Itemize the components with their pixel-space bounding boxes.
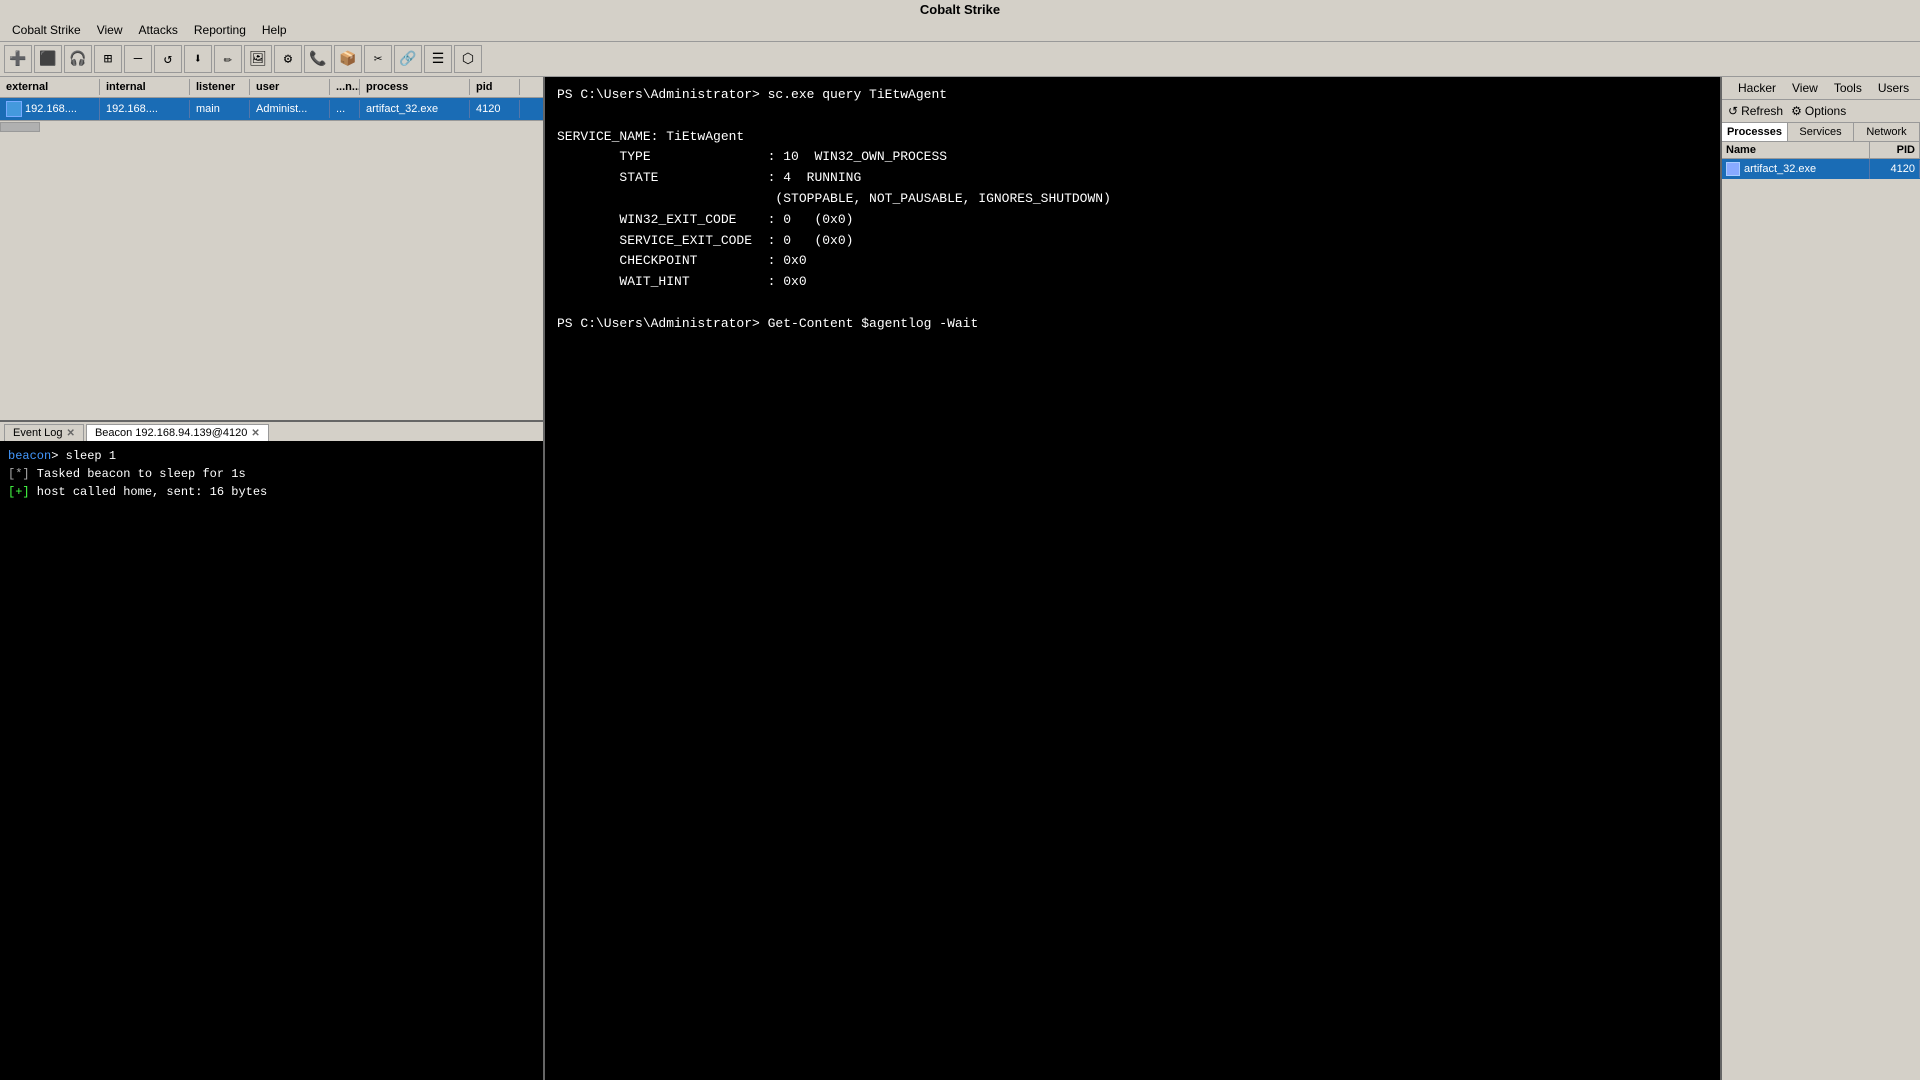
hacker-menu-item[interactable]: Hacker — [1730, 79, 1784, 97]
session-internal: 192.168.... — [100, 100, 190, 118]
term-line-2: SERVICE_NAME: TiEtwAgent — [557, 127, 1708, 148]
menu-cobalt-strike[interactable]: Cobalt Strike — [4, 21, 89, 39]
session-user: Administ... — [250, 100, 330, 118]
log-panel: Event Log ✕ Beacon 192.168.94.139@4120 ✕… — [0, 422, 543, 1080]
log-plus-prefix: [+] — [8, 485, 30, 499]
title-bar: Cobalt Strike — [0, 0, 1920, 19]
toolbar-edit[interactable]: ✏ — [214, 45, 242, 73]
right-tabs: Processes Services Network — [1722, 123, 1920, 142]
left-panel: external internal listener user ...n... … — [0, 77, 545, 1080]
right-col-pid: PID — [1870, 142, 1920, 158]
session-pid: 4120 — [470, 100, 520, 118]
session-icon — [6, 101, 22, 117]
options-button[interactable]: ⚙ Options — [1791, 104, 1846, 118]
toolbar-grid[interactable]: ⊞ — [94, 45, 122, 73]
toolbar-phone[interactable]: 📞 — [304, 45, 332, 73]
tab-services[interactable]: Services — [1788, 123, 1854, 141]
tab-beacon[interactable]: Beacon 192.168.94.139@4120 ✕ — [86, 424, 269, 441]
term-line-0: PS C:\Users\Administrator> sc.exe query … — [557, 85, 1708, 106]
menu-bar: Cobalt Strike View Attacks Reporting Hel… — [0, 19, 1920, 42]
refresh-icon: ↺ — [1728, 104, 1738, 118]
options-icon: ⚙ — [1791, 104, 1802, 118]
log-line-0: beacon> sleep 1 — [8, 447, 535, 465]
col-note: ...n... — [330, 79, 360, 95]
options-label: Options — [1805, 104, 1846, 118]
toolbar-download[interactable]: ⬇ — [184, 45, 212, 73]
tab-event-log[interactable]: Event Log ✕ — [4, 424, 84, 441]
tabs-bar: Event Log ✕ Beacon 192.168.94.139@4120 ✕ — [0, 422, 543, 441]
toolbar-box[interactable]: 📦 — [334, 45, 362, 73]
term-line-1 — [557, 106, 1708, 127]
toolbar: ➕ ⬛ 🎧 ⊞ — ↺ ⬇ ✏ 🖼 ⚙ 📞 📦 ✂ 🔗 ☰ ⬡ — [0, 42, 1920, 77]
right-table-header: Name PID — [1722, 142, 1920, 159]
col-internal: internal — [100, 79, 190, 95]
right-header: ↺ Refresh ⚙ Options — [1722, 100, 1920, 123]
tools-menu-item[interactable]: Tools — [1826, 79, 1870, 97]
term-line-3: TYPE : 10 WIN32_OWN_PROCESS — [557, 147, 1708, 168]
toolbar-refresh[interactable]: ↺ — [154, 45, 182, 73]
term-line-4: STATE : 4 RUNNING — [557, 168, 1708, 189]
right-col-name: Name — [1722, 142, 1870, 158]
session-listener: main — [190, 100, 250, 118]
tab-event-log-close[interactable]: ✕ — [67, 428, 75, 439]
tab-processes[interactable]: Processes — [1722, 123, 1788, 141]
terminal-panel: PS C:\Users\Administrator> sc.exe query … — [545, 77, 1720, 1080]
term-line-10 — [557, 293, 1708, 314]
toolbar-headphones[interactable]: 🎧 — [64, 45, 92, 73]
term-line-5: (STOPPABLE, NOT_PAUSABLE, IGNORES_SHUTDO… — [557, 189, 1708, 210]
col-process: process — [360, 79, 470, 95]
menu-help[interactable]: Help — [254, 21, 295, 39]
log-beacon-prefix: beacon — [8, 449, 51, 463]
users-menu-item[interactable]: Users — [1870, 79, 1917, 97]
right-process-pid: 4120 — [1870, 160, 1920, 178]
session-note: ... — [330, 100, 360, 118]
toolbar-minus[interactable]: — — [124, 45, 152, 73]
log-line-1: [*] Tasked beacon to sleep for 1s — [8, 465, 535, 483]
toolbar-scissors[interactable]: ✂ — [364, 45, 392, 73]
session-external: 192.168.... — [0, 98, 100, 120]
process-icon — [1726, 162, 1740, 176]
tab-beacon-label: Beacon 192.168.94.139@4120 — [95, 427, 247, 439]
toolbar-image[interactable]: 🖼 — [244, 45, 272, 73]
log-star-prefix: [*] — [8, 467, 30, 481]
toolbar-cube[interactable]: ⬡ — [454, 45, 482, 73]
log-line-2: [+] host called home, sent: 16 bytes — [8, 483, 535, 501]
session-process: artifact_32.exe — [360, 100, 470, 118]
toolbar-stop[interactable]: ⬛ — [34, 45, 62, 73]
term-line-9: WAIT_HINT : 0x0 — [557, 272, 1708, 293]
tab-beacon-close[interactable]: ✕ — [251, 428, 259, 439]
sessions-table: external internal listener user ...n... … — [0, 77, 543, 422]
term-line-11: PS C:\Users\Administrator> Get-Content $… — [557, 314, 1708, 335]
main-container: external internal listener user ...n... … — [0, 77, 1920, 1080]
toolbar-chain[interactable]: 🔗 — [394, 45, 422, 73]
hacker-bar: Hacker View Tools Users — [1722, 77, 1920, 100]
term-line-6: WIN32_EXIT_CODE : 0 (0x0) — [557, 210, 1708, 231]
menu-attacks[interactable]: Attacks — [131, 21, 186, 39]
table-header: external internal listener user ...n... … — [0, 77, 543, 98]
scroll-thumb[interactable] — [0, 122, 40, 132]
tab-event-log-label: Event Log — [13, 427, 63, 439]
col-pid: pid — [470, 79, 520, 95]
view-menu-item[interactable]: View — [1784, 79, 1826, 97]
right-process-name: artifact_32.exe — [1722, 159, 1870, 179]
right-sidebar: Hacker View Tools Users ↺ Refresh ⚙ Opti… — [1720, 77, 1920, 1080]
toolbar-menu[interactable]: ☰ — [424, 45, 452, 73]
menu-reporting[interactable]: Reporting — [186, 21, 254, 39]
app-title: Cobalt Strike — [920, 2, 1000, 17]
log-content: beacon> sleep 1 [*] Tasked beacon to sle… — [0, 441, 543, 1080]
toolbar-add[interactable]: ➕ — [4, 45, 32, 73]
table-row[interactable]: 192.168.... 192.168.... main Administ...… — [0, 98, 543, 120]
menu-view[interactable]: View — [89, 21, 131, 39]
horizontal-scrollbar[interactable] — [0, 120, 543, 132]
col-external: external — [0, 79, 100, 95]
col-user: user — [250, 79, 330, 95]
term-line-7: SERVICE_EXIT_CODE : 0 (0x0) — [557, 231, 1708, 252]
refresh-button[interactable]: ↺ Refresh — [1728, 104, 1783, 118]
toolbar-gear[interactable]: ⚙ — [274, 45, 302, 73]
term-line-8: CHECKPOINT : 0x0 — [557, 251, 1708, 272]
refresh-label: Refresh — [1741, 104, 1783, 118]
tab-network[interactable]: Network — [1854, 123, 1920, 141]
right-table-row[interactable]: artifact_32.exe 4120 — [1722, 159, 1920, 179]
col-listener: listener — [190, 79, 250, 95]
